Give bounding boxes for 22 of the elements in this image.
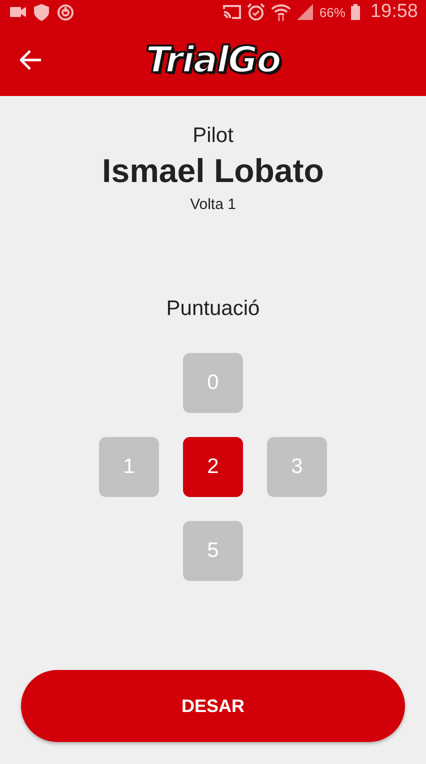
- score-option[interactable]: 5: [183, 521, 243, 581]
- battery-icon: [351, 4, 360, 20]
- app-logo: TrialGo: [146, 40, 280, 80]
- alarm-clock-icon: [247, 3, 266, 21]
- score-label: Puntuació: [166, 297, 260, 321]
- score-option[interactable]: 1: [99, 437, 159, 497]
- back-arrow-icon[interactable]: [20, 50, 42, 70]
- score-option[interactable]: 3: [267, 437, 327, 497]
- save-button[interactable]: DESAR: [21, 670, 405, 742]
- pilot-label: Pilot: [192, 124, 234, 148]
- shield-icon: [34, 4, 49, 20]
- wifi-icon: [271, 3, 292, 21]
- lap-label: Volta 1: [190, 196, 236, 213]
- cast-icon: [223, 5, 242, 19]
- video-camera-icon: [10, 7, 26, 17]
- power-icon: [57, 4, 74, 20]
- pilot-name: Ismael Lobato: [102, 152, 324, 190]
- signal-icon: [297, 4, 314, 20]
- score-option[interactable]: 2: [183, 437, 243, 497]
- score-option[interactable]: 0: [183, 353, 243, 413]
- battery-percent: 66%: [319, 4, 346, 20]
- clock-time: 19:58: [370, 1, 418, 23]
